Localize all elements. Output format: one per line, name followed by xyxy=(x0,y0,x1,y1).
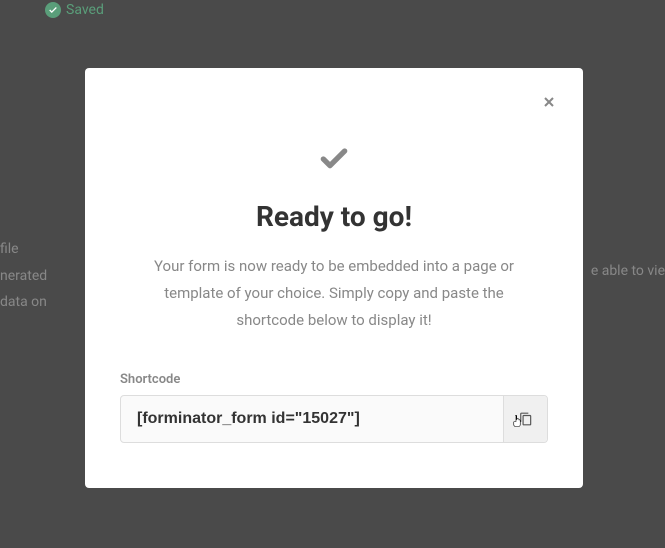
shortcode-input[interactable] xyxy=(121,396,503,442)
checkmark-icon xyxy=(120,143,548,175)
bg-text-left: file nerated data on xyxy=(0,236,47,316)
modal-description: Your form is now ready to be embedded in… xyxy=(120,253,548,334)
saved-indicator: Saved xyxy=(45,2,104,18)
check-circle-icon xyxy=(45,2,61,18)
modal-title: Ready to go! xyxy=(120,200,548,233)
close-button[interactable] xyxy=(539,92,559,112)
copy-button[interactable] xyxy=(503,396,547,442)
shortcode-label: Shortcode xyxy=(120,372,548,387)
ready-modal: Ready to go! Your form is now ready to b… xyxy=(85,68,583,488)
bg-text-right: e able to vie xyxy=(591,263,665,279)
copy-icon xyxy=(519,412,533,426)
close-icon xyxy=(541,94,557,110)
saved-label: Saved xyxy=(66,2,104,18)
shortcode-container xyxy=(120,395,548,443)
